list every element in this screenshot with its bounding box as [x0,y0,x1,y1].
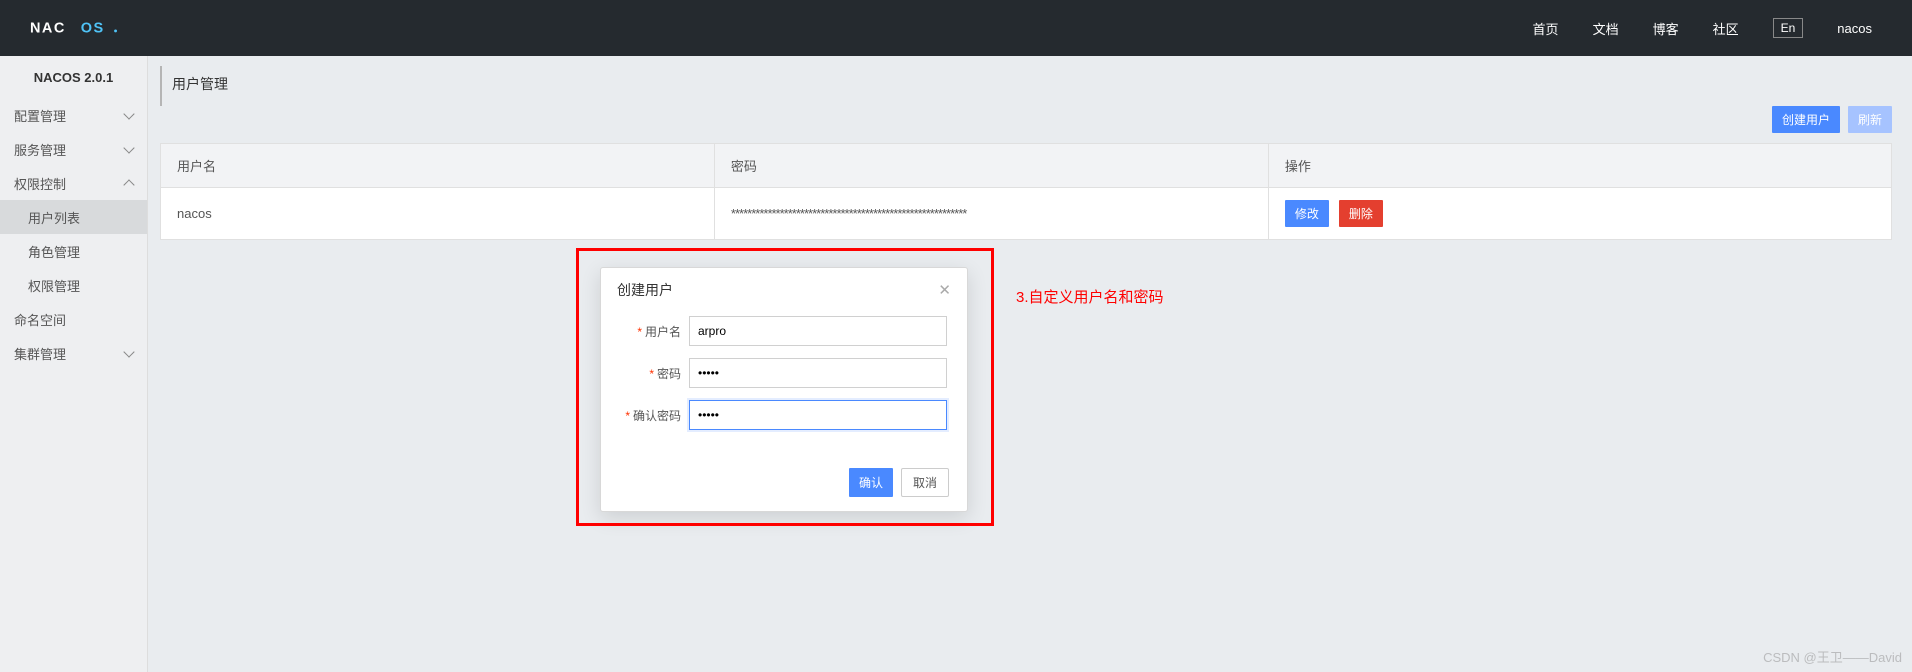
sidebar-item-permission[interactable]: 权限控制 [0,166,147,200]
current-user[interactable]: nacos [1837,21,1872,36]
watermark: CSDN @王卫——David [1763,647,1902,666]
cancel-button[interactable]: 取消 [901,468,949,497]
th-username: 用户名 [161,144,715,188]
cell-username: nacos [161,188,715,240]
dialog-body: *用户名 *密码 *确认密码 [601,310,967,454]
edit-button[interactable]: 修改 [1285,200,1329,227]
nav-blog[interactable]: 博客 [1653,19,1679,38]
username-input[interactable] [689,316,947,346]
sidebar-item-label: 权限控制 [14,174,66,193]
sidebar-item-config[interactable]: 配置管理 [0,98,147,132]
confirm-password-input[interactable] [689,400,947,430]
sidebar-item-service[interactable]: 服务管理 [0,132,147,166]
logo: NAC OS [30,14,146,42]
sidebar-item-label: 集群管理 [14,344,66,363]
create-user-dialog: 创建用户 ✕ *用户名 *密码 *确认密码 确认 取消 [600,267,968,512]
cell-password: ****************************************… [714,188,1268,240]
main-wrap: NACOS 2.0.1 配置管理 服务管理 权限控制 用户列表 角色管理 权限管… [0,56,1912,672]
sidebar-item-cluster[interactable]: 集群管理 [0,336,147,370]
label-confirm-password: *确认密码 [621,407,681,424]
svg-text:OS: OS [81,20,105,36]
toolbar: 创建用户 刷新 [160,106,1892,133]
annotation-text: 3.自定义用户名和密码 [1016,286,1164,307]
sidebar-sub-roles[interactable]: 角色管理 [0,234,147,268]
dialog-header: 创建用户 ✕ [601,268,967,310]
refresh-button[interactable]: 刷新 [1848,106,1892,133]
sidebar-sub-users[interactable]: 用户列表 [0,200,147,234]
nav-home[interactable]: 首页 [1533,19,1559,38]
dialog-footer: 确认 取消 [601,454,967,511]
page-title: 用户管理 [160,66,1892,106]
lang-switch[interactable]: En [1773,18,1804,38]
sidebar-item-namespace[interactable]: 命名空间 [0,302,147,336]
sidebar-item-label: 命名空间 [14,310,66,329]
dialog-title: 创建用户 [617,280,673,300]
password-input[interactable] [689,358,947,388]
content: 用户管理 创建用户 刷新 用户名 密码 操作 nacos ***********… [148,56,1912,672]
sidebar-item-label: 配置管理 [14,106,66,125]
confirm-button[interactable]: 确认 [849,468,893,497]
th-op: 操作 [1268,144,1891,188]
label-username: *用户名 [621,323,681,340]
top-nav: 首页 文档 博客 社区 En nacos [1533,18,1872,38]
close-icon[interactable]: ✕ [938,281,951,299]
delete-button[interactable]: 删除 [1339,200,1383,227]
create-user-button[interactable]: 创建用户 [1772,106,1840,133]
svg-text:NAC: NAC [30,20,66,36]
version-label: NACOS 2.0.1 [0,56,147,98]
table-row: nacos **********************************… [161,188,1892,240]
th-password: 密码 [714,144,1268,188]
sidebar-sub-perms[interactable]: 权限管理 [0,268,147,302]
topbar: NAC OS 首页 文档 博客 社区 En nacos [0,0,1912,56]
cell-op: 修改 删除 [1268,188,1891,240]
nav-community[interactable]: 社区 [1713,19,1739,38]
sidebar-item-label: 服务管理 [14,140,66,159]
label-password: *密码 [621,365,681,382]
sidebar: NACOS 2.0.1 配置管理 服务管理 权限控制 用户列表 角色管理 权限管… [0,56,148,672]
nav-docs[interactable]: 文档 [1593,19,1619,38]
user-table: 用户名 密码 操作 nacos ************************… [160,143,1892,240]
